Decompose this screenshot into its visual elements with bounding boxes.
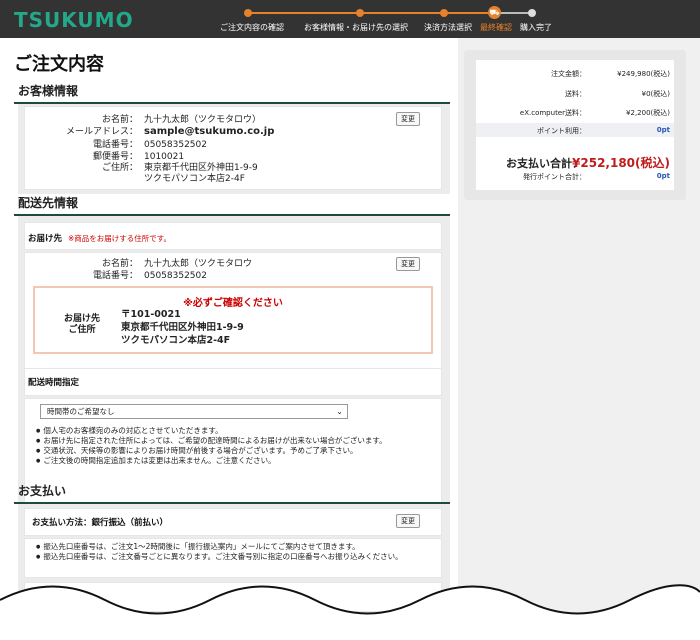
summary-inner: 注文金額： ¥249,980(税込) 送料： ¥0(税込) eX.computer送… bbox=[476, 60, 674, 190]
step-dot-5 bbox=[528, 9, 536, 17]
list-item: 交通状況、天候等の影響によりお届け時間が前後する場合がございます。予めご了承下さ… bbox=[36, 446, 387, 456]
customer-address-row-2: ツクモパソコン本店2-4F bbox=[144, 174, 245, 184]
customer-heading: お客様情報 bbox=[14, 82, 450, 104]
progress-line-done bbox=[248, 12, 488, 14]
payment-change-button[interactable]: 変更 bbox=[396, 514, 420, 528]
payment-notes: 振込先口座番号は、ご注文1～2時間後に「振行振込案内」メールにてご案内させて頂き… bbox=[36, 542, 403, 562]
list-item: 個人宅のお客様宛のみの対応とさせていただきます。 bbox=[36, 426, 387, 436]
top-header: TSUKUMO ⛟ ご注文内容の確認 お客様情報・お届け先の選択 決済方法選択 … bbox=[0, 0, 700, 38]
list-item: ご注文後の時間指定追加または変更は出来ません。ご注意ください。 bbox=[36, 456, 387, 466]
confirm-label: お届け先 ご住所 bbox=[63, 314, 100, 335]
payment-heading: お支払い bbox=[14, 482, 450, 504]
cart-icon: ⛟ bbox=[488, 6, 501, 19]
summary-total-value: ¥252,180(税込) bbox=[572, 156, 670, 170]
step-label-1: ご注文内容の確認 bbox=[220, 23, 284, 32]
confirm-address-box: ※必ずご確認ください お届け先 ご住所 〒101-0021 東京都千代田区外神田… bbox=[33, 286, 433, 354]
step-label-2: お客様情報・お届け先の選択 bbox=[304, 23, 408, 32]
confirm-address: 〒101-0021 東京都千代田区外神田1-9-9 ツクモパソコン本店2-4F bbox=[121, 309, 244, 346]
payment-method-title: お支払い方法：銀行振込（前払い） bbox=[32, 518, 169, 528]
order-main: ご注文内容 お客様情報 お名前： 九十九太郎（ツクモタロウ） メールアドレス： sa… bbox=[0, 38, 458, 640]
list-item: 振込先口座番号は、ご注文番号ごとに異なります。ご注文番号別に指定の口座番号へお振… bbox=[36, 552, 402, 562]
list-item: 振込先口座番号は、ご注文1～2時間後に「振行振込案内」メールにてご案内させて頂き… bbox=[36, 542, 403, 552]
step-label-5: 購入完了 bbox=[520, 23, 552, 32]
delivery-time-select[interactable]: 時間帯のご希望なし ⌄ bbox=[40, 404, 348, 419]
page-title: ご注文内容 bbox=[14, 54, 104, 75]
confirm-title: ※必ずご確認ください bbox=[183, 298, 283, 309]
delivery-change-button[interactable]: 変更 bbox=[396, 257, 420, 271]
step-label-4: 最終確認 bbox=[480, 23, 512, 32]
step-dot-3 bbox=[440, 9, 448, 17]
customer-change-button[interactable]: 変更 bbox=[396, 112, 420, 126]
summary-points-used-row: ポイント利用： 0pt bbox=[476, 123, 674, 137]
step-label-3: 決済方法選択 bbox=[424, 23, 472, 32]
step-dot-2 bbox=[356, 9, 364, 17]
list-item: お届け先に指定された住所によっては、ご希望の配達時間によるお届けが出来ない場合が… bbox=[36, 436, 386, 446]
delivery-notes: 個人宅のお客様宛のみの対応とさせていただきます。 お届け先に指定された住所によっ… bbox=[36, 426, 387, 466]
order-summary: 注文金額： ¥249,980(税込) 送料： ¥0(税込) eX.computer送… bbox=[464, 50, 686, 200]
step-dot-1 bbox=[244, 9, 252, 17]
delivery-time-card bbox=[24, 368, 442, 396]
delivery-time-title: 配送時間指定 bbox=[28, 378, 80, 388]
delivery-dest-title: お届け先 ※商品をお届けする住所です。 bbox=[28, 234, 172, 244]
customer-email-row: メールアドレス： sample@tsukumo.co.jp bbox=[65, 126, 275, 137]
tsukumo-logo[interactable]: TSUKUMO bbox=[14, 8, 134, 32]
delivery-heading: 配送先情報 bbox=[14, 194, 450, 216]
page-cut-wave bbox=[0, 584, 700, 640]
chevron-down-icon: ⌄ bbox=[336, 407, 343, 416]
delivery-dest-note: ※商品をお届けする住所です。 bbox=[68, 234, 172, 243]
delivery-phone-row: 電話番号： 05058352502 bbox=[92, 271, 207, 281]
